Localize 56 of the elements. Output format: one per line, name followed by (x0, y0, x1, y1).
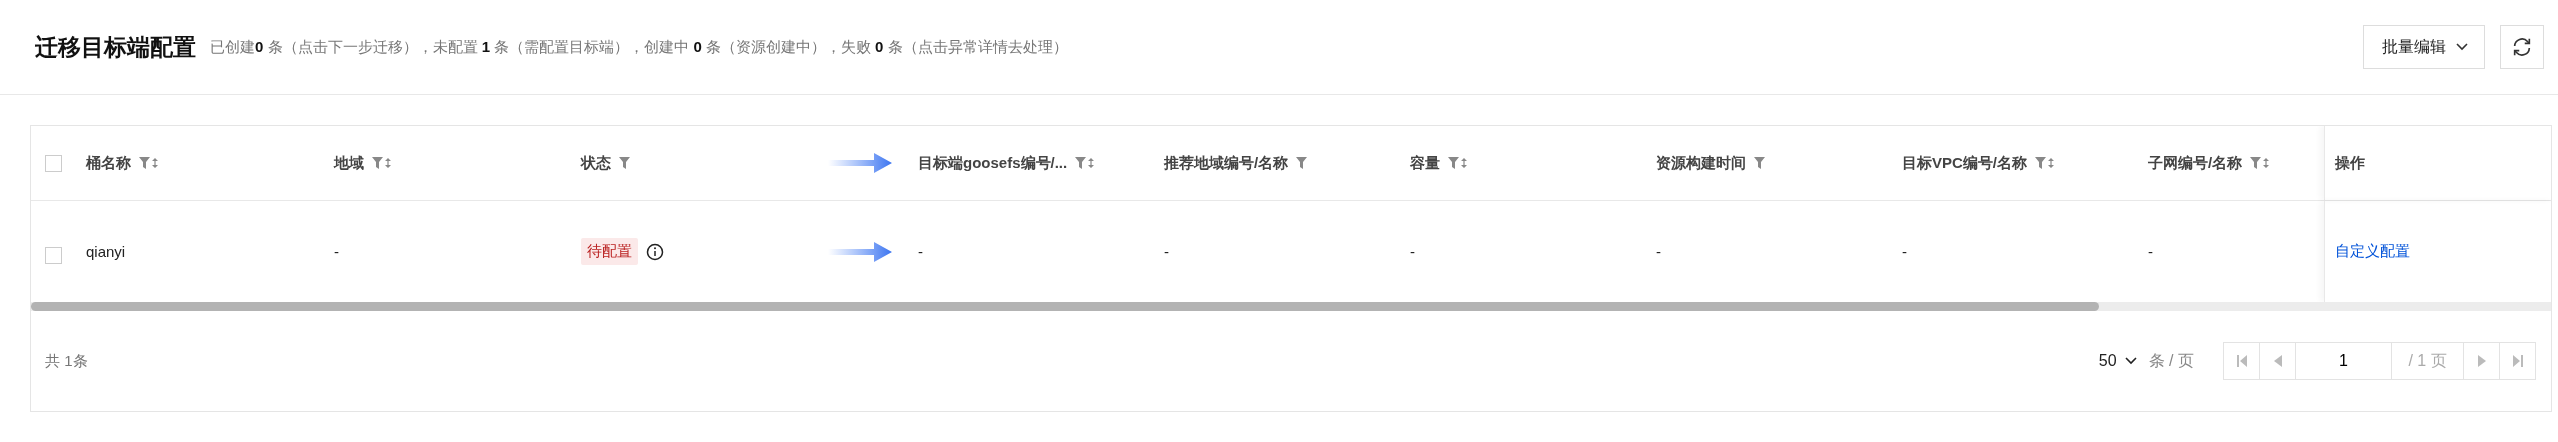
page-title: 迁移目标端配置 (35, 32, 196, 62)
summary-text: 已创建0 条（点击下一步迁移），未配置 1 条（需配置目标端），创建中 0 条（资源创建中），失败 0 条（点击异常详情去处理） (210, 37, 1068, 57)
sort-icon[interactable] (2048, 158, 2054, 168)
sort-icon[interactable] (1461, 158, 1467, 168)
filter-icon[interactable] (139, 157, 150, 169)
custom-config-link[interactable]: 自定义配置 (2335, 242, 2410, 261)
column-header: 桶名称 (86, 153, 131, 173)
column-header: 子网编号/名称 (2148, 153, 2243, 173)
filter-icon[interactable] (2035, 157, 2046, 169)
table-cell: - (2148, 243, 2153, 260)
caret-right-icon (2476, 355, 2487, 367)
page-input[interactable]: 1 (2295, 342, 2392, 380)
status-tag: 待配置 (581, 238, 638, 265)
filter-icon[interactable] (1296, 157, 1308, 169)
refresh-icon (2511, 36, 2533, 58)
last-page-icon (2511, 355, 2524, 367)
sort-icon[interactable] (152, 158, 158, 168)
sort-icon[interactable] (385, 158, 391, 168)
table-cell: - (1902, 243, 1907, 260)
row-checkbox[interactable] (45, 247, 62, 264)
filter-icon[interactable] (1075, 157, 1087, 169)
table-cell: qianyi (86, 243, 126, 260)
column-header: 目标端goosefs编号/... (918, 153, 1068, 173)
table-cell: - (918, 243, 923, 260)
horizontal-scrollbar[interactable] (31, 302, 2551, 311)
column-header: 状态 (581, 153, 611, 173)
arrow-icon (828, 153, 892, 173)
filter-icon[interactable] (619, 157, 630, 169)
filter-icon[interactable] (372, 157, 383, 169)
filter-icon[interactable] (1448, 157, 1459, 169)
column-header: 操作 (2335, 153, 2365, 173)
column-header: 资源构建时间 (1656, 153, 1746, 173)
chevron-down-icon (2124, 357, 2137, 365)
table-cell: - (1656, 243, 1661, 260)
table-cell: - (1164, 243, 1169, 260)
filter-icon[interactable] (1754, 157, 1765, 169)
page-size-select[interactable]: 50 (2098, 352, 2137, 370)
column-header: 推荐地域编号/名称 (1164, 153, 1289, 173)
column-header: 容量 (1410, 153, 1440, 173)
refresh-button[interactable] (2500, 25, 2544, 69)
chevron-down-icon (2456, 43, 2468, 51)
filter-icon[interactable] (2250, 157, 2262, 169)
batch-edit-dropdown[interactable]: 批量编辑 (2363, 25, 2485, 69)
first-page-icon (2235, 355, 2248, 367)
sort-icon[interactable] (1088, 158, 1095, 168)
table-cell: - (334, 243, 339, 260)
column-header: 地域 (334, 153, 364, 173)
total-count: 共 1条 (45, 351, 88, 371)
sort-icon[interactable] (2263, 158, 2270, 168)
caret-left-icon (2272, 355, 2283, 367)
arrow-icon (828, 241, 892, 262)
column-header: 目标VPC编号/名称 (1902, 153, 2027, 173)
select-all-checkbox[interactable] (45, 154, 62, 172)
table-cell: - (1410, 243, 1415, 260)
page-size-unit: 条 / 页 (2148, 350, 2194, 371)
info-icon[interactable] (646, 242, 664, 261)
